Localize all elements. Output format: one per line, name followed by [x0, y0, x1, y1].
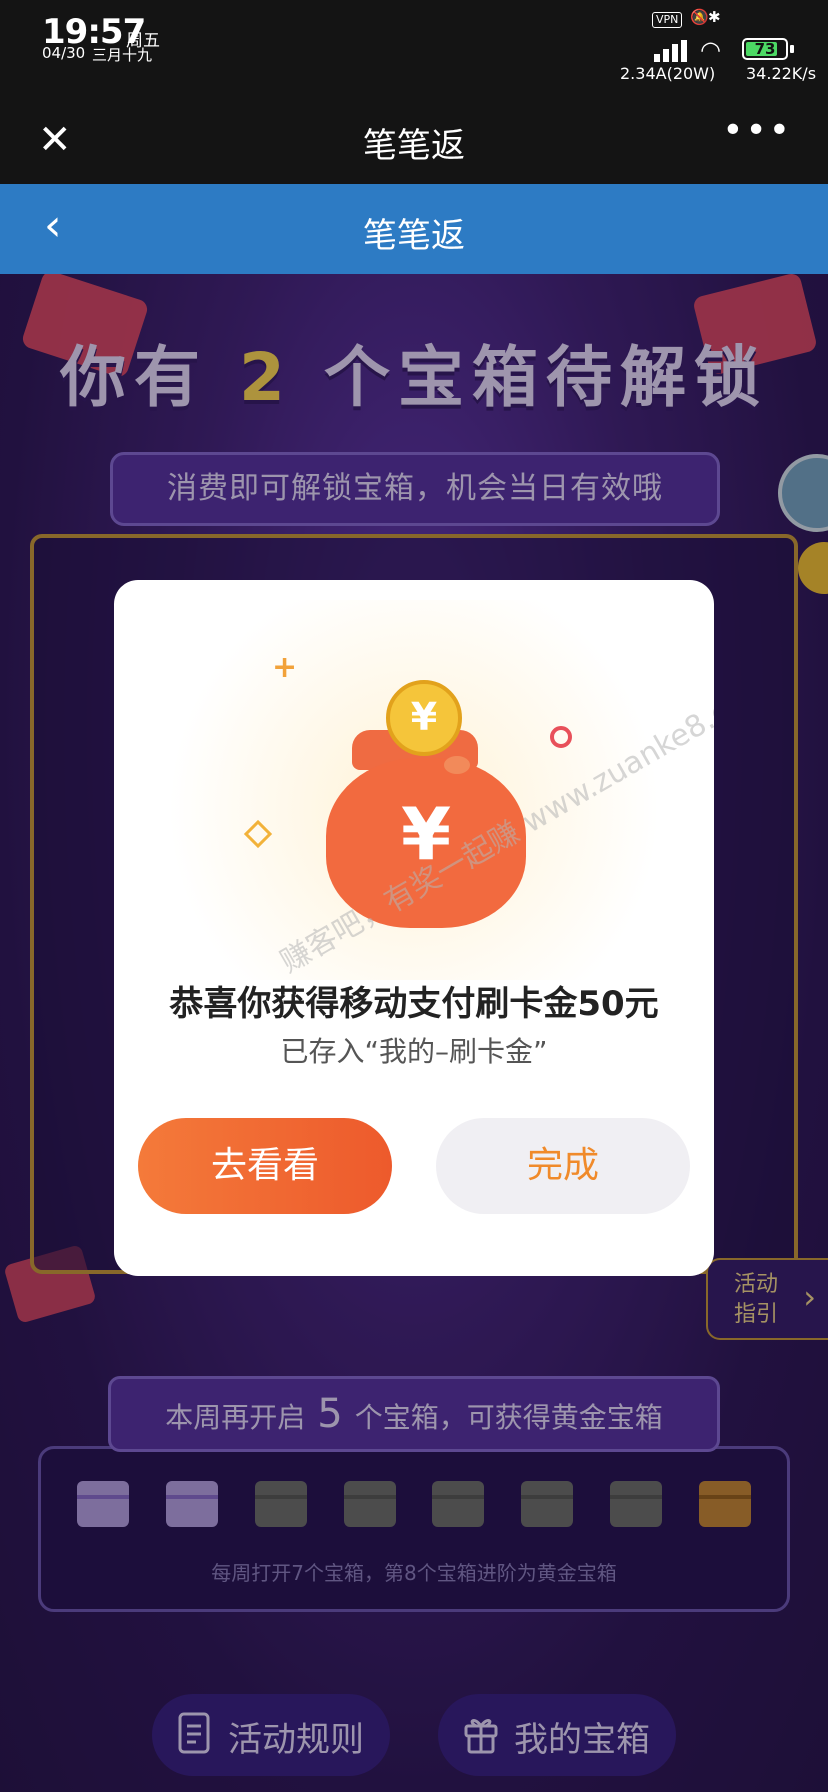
- status-date: 04/30: [42, 44, 86, 62]
- wifi-icon: ◠: [700, 36, 721, 64]
- battery-level: 73: [754, 40, 776, 58]
- bag-ribbon: [444, 756, 470, 774]
- modal-subtitle: 已存入“我的–刷卡金”: [280, 1035, 548, 1068]
- more-icon[interactable]: •••: [722, 110, 792, 151]
- done-button[interactable]: 完成: [436, 1118, 690, 1214]
- signal-icon: [654, 40, 688, 62]
- app-nav-bar: ‹ 笔笔返: [0, 184, 828, 274]
- battery-cap: [790, 45, 794, 53]
- battery-icon: 73: [742, 38, 788, 60]
- charge-rate: 2.34A(20W): [620, 64, 716, 83]
- reward-modal: + ¥ ¥ 赚客吧，有奖一起赚 www.zuanke8.com 恭喜你获得移动支…: [114, 580, 714, 1276]
- modal-title: 恭喜你获得移动支付刷卡金50元: [169, 984, 659, 1024]
- network-speed: 34.22K/s: [746, 64, 817, 83]
- sparkle-plus-icon: +: [272, 650, 298, 685]
- sparkle-ring-icon: [550, 726, 572, 748]
- status-bar: 19:57 周五 04/30 三月十九 VPN 🔕 ✱ ◠ 73 2.34A(2…: [0, 0, 828, 96]
- bluetooth-icon: ✱: [708, 8, 721, 26]
- vpn-icon: VPN: [652, 12, 683, 28]
- mute-icon: 🔕: [690, 8, 709, 26]
- webview-title: 笔笔返: [363, 126, 465, 166]
- webview-header: ✕ 笔笔返 •••: [0, 96, 828, 184]
- page-title: 笔笔返: [363, 216, 465, 256]
- view-button[interactable]: 去看看: [138, 1118, 392, 1214]
- status-lunar-date: 三月十九: [92, 46, 153, 64]
- coin-icon: ¥: [386, 680, 462, 756]
